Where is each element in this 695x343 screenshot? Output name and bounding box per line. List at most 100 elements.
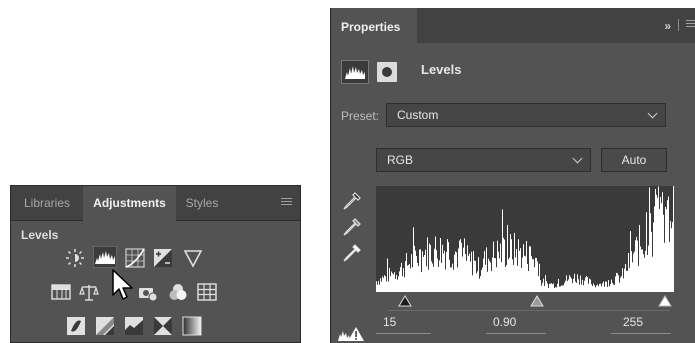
histogram-bar — [577, 274, 578, 292]
histogram-bar — [558, 278, 559, 292]
curves-icon[interactable] — [125, 248, 145, 268]
exposure-icon[interactable] — [153, 248, 173, 268]
photo-filter-icon[interactable] — [138, 282, 158, 302]
brightness-contrast-icon[interactable] — [65, 248, 85, 268]
histogram-bar — [644, 257, 645, 292]
preset-label: Preset: — [341, 109, 380, 123]
histogram-bar — [670, 220, 671, 292]
invert-icon[interactable] — [66, 316, 86, 336]
histogram-bar — [524, 255, 525, 292]
color-balance-icon[interactable] — [79, 282, 99, 302]
histogram-bar — [593, 283, 594, 292]
histogram-bar — [527, 263, 528, 292]
histogram-bar — [535, 257, 536, 292]
histogram-bar — [401, 262, 402, 292]
histogram-bar — [474, 260, 475, 292]
histogram-bar — [398, 276, 399, 292]
histogram-bar — [501, 262, 502, 292]
vibrance-icon[interactable] — [183, 248, 203, 268]
histogram-bar — [445, 269, 446, 292]
histogram-bar — [559, 286, 560, 292]
highlight-input-slider[interactable] — [658, 295, 672, 307]
histogram-bar — [626, 270, 627, 292]
posterize-icon[interactable] — [95, 316, 115, 336]
histogram-bar — [518, 239, 519, 292]
tab-adjustments[interactable]: Adjustments — [83, 186, 176, 221]
histogram-bar — [640, 246, 641, 292]
histogram-bar — [631, 251, 632, 292]
selective-color-icon[interactable] — [153, 316, 173, 336]
histogram-bar — [656, 194, 657, 292]
histogram-bar — [569, 275, 570, 292]
histogram-bar — [547, 283, 548, 292]
histogram-bar — [377, 284, 378, 292]
tab-properties[interactable]: Properties — [331, 8, 417, 44]
histogram-bar — [604, 286, 605, 292]
auto-button[interactable]: Auto — [601, 148, 667, 172]
color-lookup-icon[interactable] — [197, 282, 217, 302]
gradient-map-icon[interactable] — [182, 316, 202, 336]
histogram-bar — [481, 270, 482, 292]
histogram-bar — [658, 186, 659, 292]
histogram-bar — [430, 245, 431, 292]
histogram-bar — [603, 281, 604, 292]
histogram-bar — [620, 277, 621, 292]
channel-mixer-icon[interactable] — [168, 282, 188, 302]
input-levels-track — [388, 310, 670, 311]
histogram-bar — [458, 248, 459, 292]
histogram-bar — [526, 241, 527, 292]
histogram-bar — [492, 257, 493, 292]
levels-adjustment-icon[interactable] — [341, 60, 369, 84]
input-white-underline — [611, 333, 671, 334]
histogram-bar — [612, 282, 613, 292]
histogram-bar — [621, 276, 622, 292]
histogram-bar — [605, 281, 606, 292]
input-black-value[interactable]: 15 — [383, 315, 396, 329]
mouse-pointer-icon — [112, 269, 133, 300]
histogram-bar — [578, 279, 579, 292]
clipping-warning-icon[interactable] — [337, 325, 365, 343]
histogram-bar — [378, 280, 379, 292]
histogram-bar — [594, 285, 595, 292]
preset-dropdown[interactable]: Custom — [386, 103, 666, 127]
panel-menu-icon[interactable] — [686, 20, 695, 29]
histogram-bar — [421, 272, 422, 292]
levels-icon[interactable] — [93, 246, 117, 268]
histogram-bar — [533, 259, 534, 292]
input-white-value[interactable]: 255 — [623, 315, 643, 329]
white-point-eyedropper-icon[interactable] — [341, 242, 363, 264]
histogram-bar — [464, 238, 465, 292]
black-point-eyedropper-icon[interactable] — [341, 190, 363, 212]
shadow-input-slider[interactable] — [398, 295, 412, 307]
midtone-input-slider[interactable] — [530, 295, 545, 307]
histogram-bar — [461, 242, 462, 292]
histogram-bar — [504, 239, 505, 292]
histogram-bar — [660, 197, 661, 292]
gray-point-eyedropper-icon[interactable] — [341, 216, 363, 238]
histogram-bar — [480, 276, 481, 292]
histogram-bar — [588, 283, 589, 292]
layer-mask-icon[interactable] — [377, 62, 397, 82]
panel-menu-icon[interactable] — [281, 198, 292, 207]
histogram-bar — [655, 188, 656, 292]
histogram-bar — [444, 250, 445, 292]
histogram-bar — [404, 277, 405, 292]
histogram-bar — [550, 283, 551, 292]
histogram-bar — [561, 285, 562, 292]
tab-libraries[interactable]: Libraries — [11, 186, 83, 220]
histogram-bar — [568, 279, 569, 292]
histogram-bar — [416, 256, 417, 292]
histogram-bar — [517, 265, 518, 292]
histogram-bar — [653, 222, 654, 292]
hue-saturation-icon[interactable] — [51, 282, 71, 302]
histogram-bar — [462, 256, 463, 292]
threshold-icon[interactable] — [124, 316, 144, 336]
histogram-bar — [414, 245, 415, 292]
histogram-bar — [625, 263, 626, 292]
input-gamma-value[interactable]: 0.90 — [493, 315, 516, 329]
tab-styles[interactable]: Styles — [176, 186, 228, 220]
collapse-panel-icon[interactable]: » — [664, 19, 671, 33]
histogram-bar — [437, 258, 438, 292]
channel-dropdown[interactable]: RGB — [376, 148, 591, 172]
histogram-bar — [412, 267, 413, 292]
